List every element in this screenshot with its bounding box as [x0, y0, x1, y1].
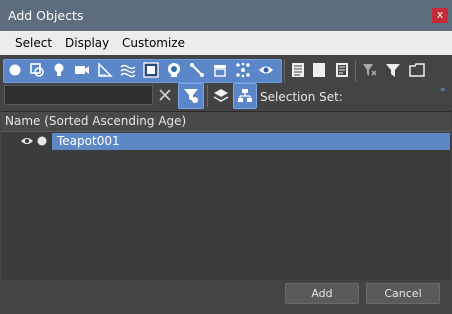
expand-toolbar-icon[interactable]: » [440, 85, 445, 95]
cameras-filter-icon[interactable] [73, 61, 91, 79]
menu-display[interactable]: Display [65, 36, 109, 50]
xrefs-filter-icon[interactable] [165, 61, 183, 79]
hidden-filter-icon[interactable] [257, 61, 275, 79]
visibility-eye-icon[interactable] [19, 133, 35, 149]
clear-search-icon[interactable] [156, 86, 174, 104]
containers-filter-icon[interactable] [211, 61, 229, 79]
add-button[interactable]: Add [285, 283, 359, 304]
column-header-label: Name (Sorted Ascending Age) [5, 114, 187, 128]
shapes-filter-icon[interactable] [28, 61, 46, 79]
toolbar-divider [355, 60, 356, 82]
selection-set-label: Selection Set: [260, 90, 343, 104]
groups-filter-icon[interactable] [142, 61, 160, 79]
menu-select[interactable]: Select [15, 36, 52, 50]
display-list-icon[interactable] [289, 61, 307, 79]
bones-filter-icon[interactable] [188, 61, 206, 79]
cancel-button[interactable]: Cancel [366, 283, 440, 304]
particle-systems-filter-icon[interactable] [234, 61, 252, 79]
helpers-filter-icon[interactable] [96, 61, 114, 79]
document-icon[interactable] [333, 61, 351, 79]
search-input[interactable] [4, 85, 153, 105]
filter-hierarchy-icon[interactable] [361, 61, 379, 79]
geometry-filter-icon[interactable] [6, 61, 24, 79]
find-filter-icon[interactable] [178, 83, 204, 109]
filter-icon[interactable] [384, 61, 402, 79]
toolbar-divider [207, 85, 208, 107]
lights-filter-icon[interactable] [50, 61, 68, 79]
toolbar-divider [284, 60, 285, 82]
layers-icon[interactable] [212, 87, 230, 105]
close-button[interactable]: x [432, 8, 448, 23]
column-header-name[interactable]: Name (Sorted Ascending Age) [1, 112, 451, 132]
space-warps-filter-icon[interactable] [119, 61, 137, 79]
geometry-type-icon [35, 133, 49, 149]
row-name: Teapot001 [57, 134, 120, 148]
hierarchy-view-icon[interactable] [233, 83, 257, 109]
blank-page-icon[interactable] [310, 61, 328, 79]
menu-customize[interactable]: Customize [122, 36, 185, 50]
folder-icon[interactable] [408, 61, 426, 79]
window-title: Add Objects [8, 8, 84, 23]
